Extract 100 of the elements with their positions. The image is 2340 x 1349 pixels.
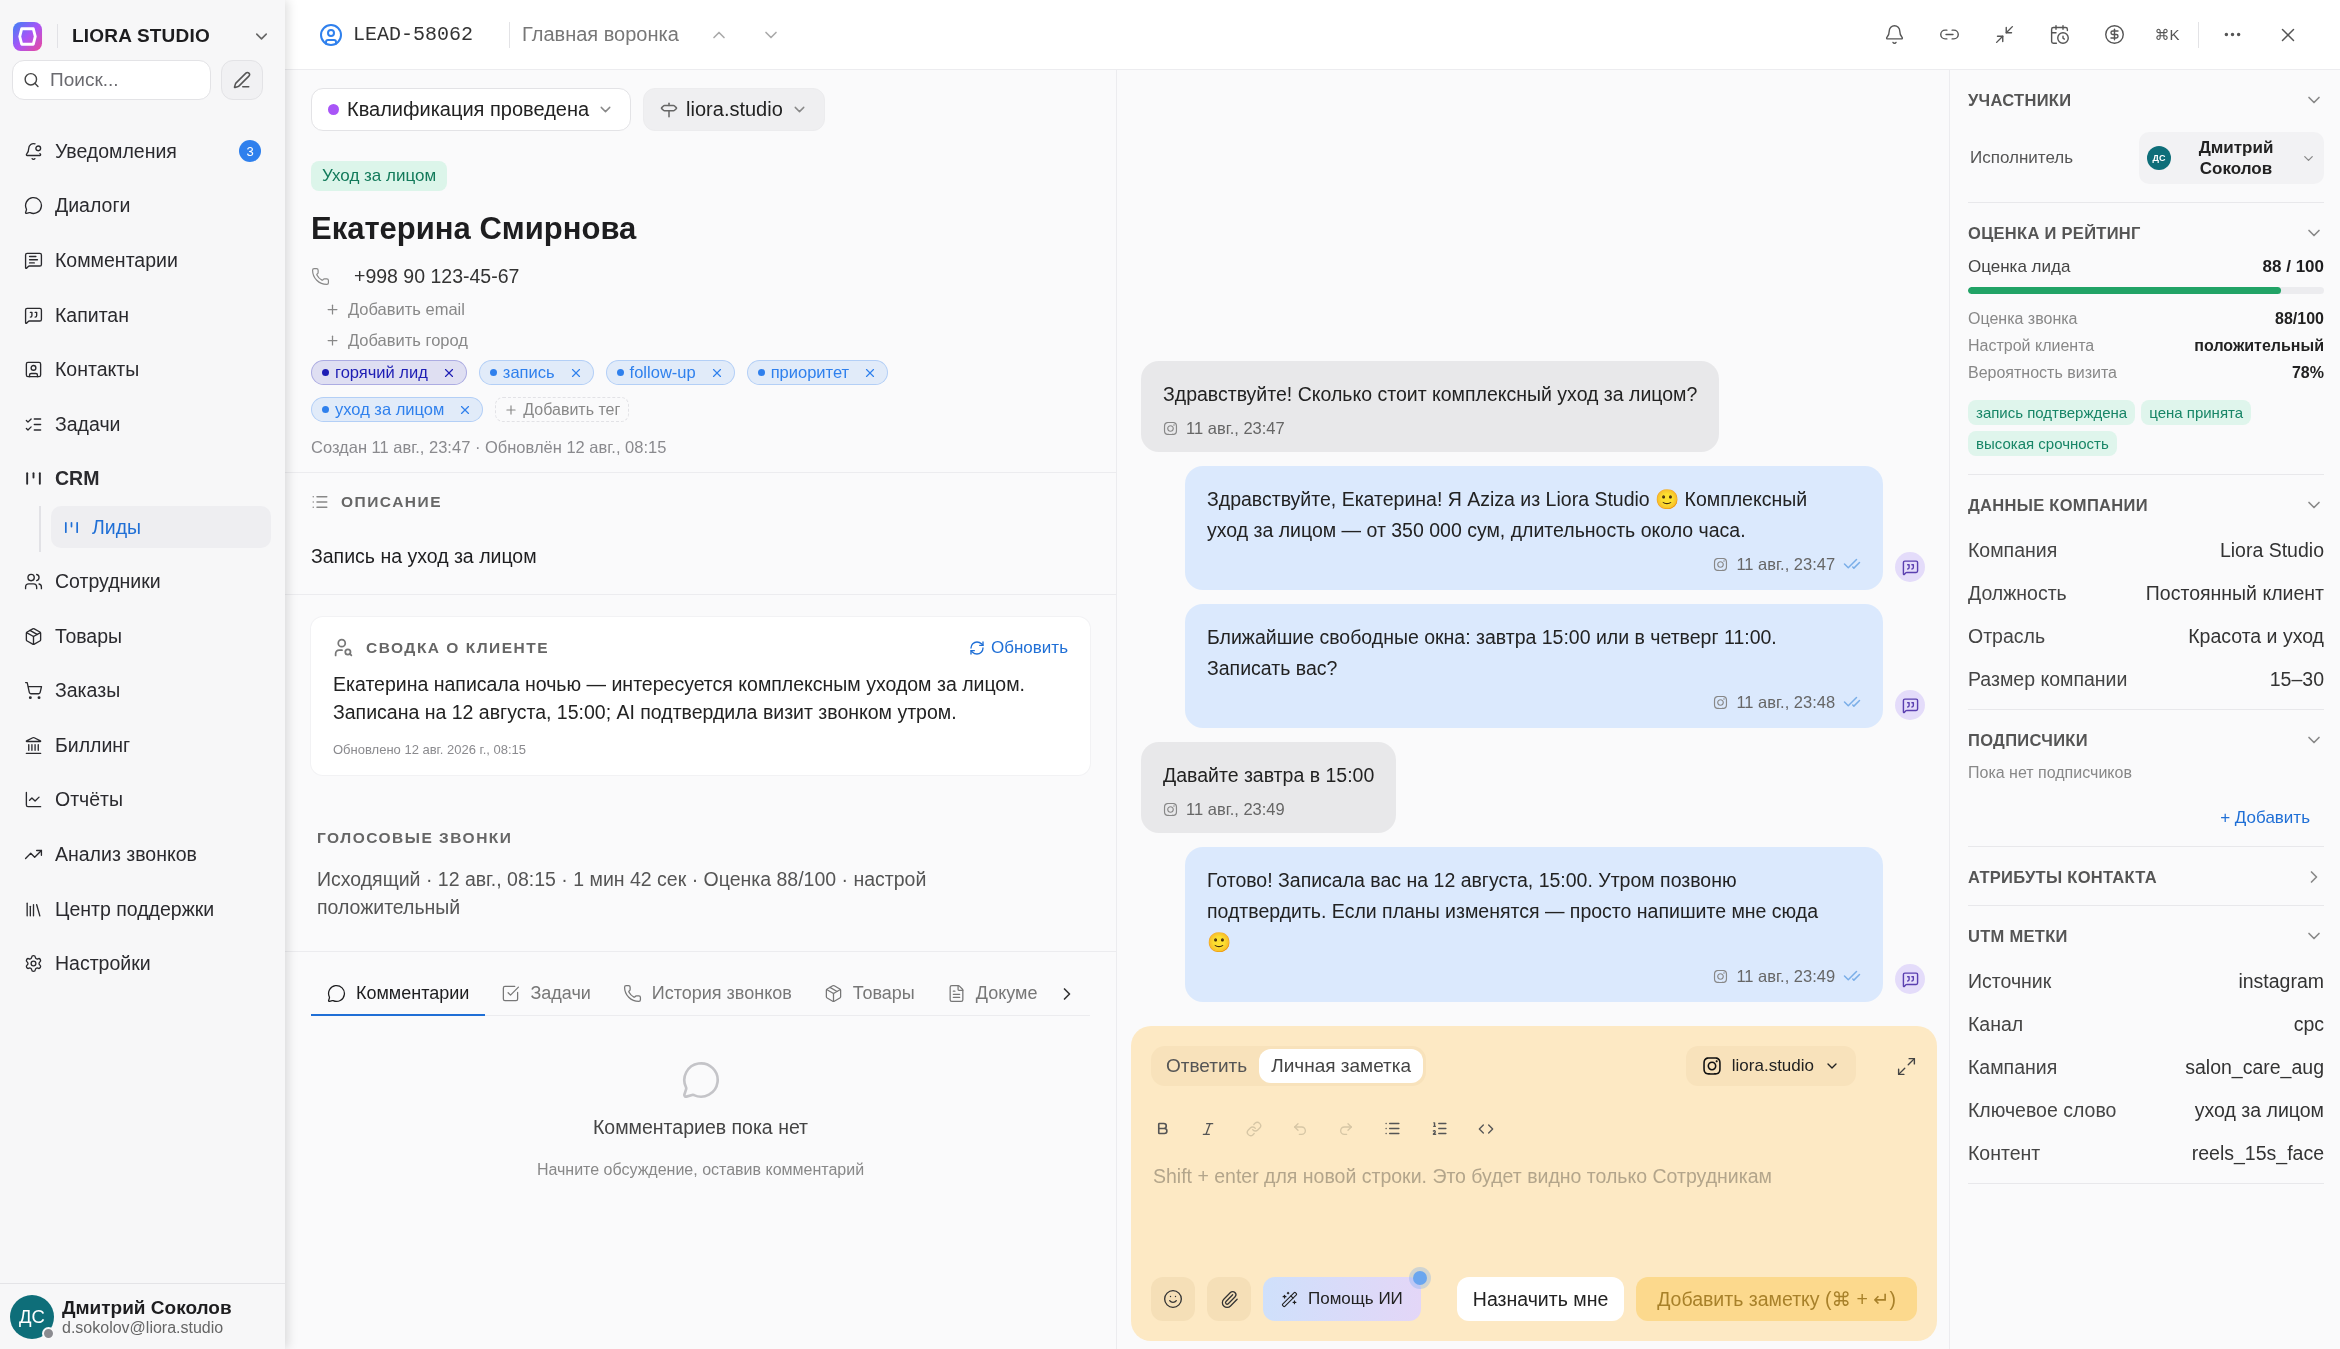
nav-item[interactable]: Товары	[12, 608, 271, 664]
pipeline-name[interactable]: Главная воронка	[522, 23, 679, 46]
field-label: Компания	[1968, 539, 2058, 562]
channel-select[interactable]: liora.studio	[643, 88, 825, 131]
message-text: Здравствуйте, Екатерина! Я Aziza из Liora Studio 🙂 Комплексный уход за лицом — от 350 000 сум, длительность около часа.	[1207, 487, 1809, 543]
instagram-icon	[1163, 801, 1178, 817]
assignee-select[interactable]: ДС Дмитрий Соколов	[2139, 132, 2324, 184]
search-input[interactable]: Поиск...	[48, 68, 200, 92]
summary-text: Екатерина написала ночью — интересуется комплексным уходом за лицом. Записана на 12 августа, 15:00; AI подтвердила визит звонком утром.	[333, 672, 1027, 725]
refresh-link[interactable]: Обновить	[969, 637, 1068, 658]
search-field[interactable]: Поиск...	[12, 60, 211, 100]
message-text: Давайте завтра в 15:00	[1163, 763, 1375, 788]
emoji-button[interactable]	[1151, 1277, 1195, 1321]
nav-item[interactable]: Комментарии	[12, 233, 271, 288]
add-subscriber-link[interactable]: + Добавить	[2220, 808, 2310, 828]
nav-item[interactable]: Анализ звонков	[12, 827, 271, 882]
count-badge: 3	[239, 140, 261, 163]
chat-bubble-icon	[680, 1060, 721, 1100]
assignee-name: Дмитрий Соколов	[2197, 137, 2275, 179]
compose-button[interactable]	[221, 60, 263, 100]
tab[interactable]: Докуме	[930, 972, 1054, 1016]
tab[interactable]: История звонков	[606, 972, 808, 1016]
note-input[interactable]: Shift + enter для новой строки. Это будет видно только Сотрудникам	[1151, 1165, 1917, 1265]
tab[interactable]: Задачи	[485, 972, 607, 1016]
cart-icon	[24, 681, 43, 701]
field-value: instagram	[2238, 970, 2324, 993]
nav-item[interactable]: Настройки	[12, 936, 271, 991]
score-label: Оценка лида	[1968, 257, 2071, 277]
mode-toggle[interactable]: Ответить	[1154, 1049, 1260, 1083]
instagram-icon	[1701, 1056, 1722, 1076]
nav-item[interactable]: CRM	[12, 451, 271, 507]
field-label: Настрой клиента	[1968, 337, 2095, 355]
empty-text: Начните обсуждение, оставив комментарий	[536, 1161, 865, 1179]
quote-bubble-icon	[1901, 970, 1919, 988]
field-label: Оценка звонка	[1968, 310, 2078, 328]
user-avatar[interactable]: ДС	[10, 1294, 54, 1339]
nav-item[interactable]: Контакты	[12, 342, 271, 397]
tab[interactable]: Товары	[807, 972, 931, 1016]
italic-icon[interactable]	[1200, 1120, 1216, 1137]
settings-icon	[24, 954, 43, 974]
message-time: 11 авг., 23:49	[1186, 799, 1285, 819]
field-label: Размер компании	[1968, 668, 2128, 691]
section-title: ОЦЕНКА И РЕЙТИНГ	[1968, 223, 2141, 243]
logo-icon	[12, 20, 43, 52]
bullet-list-icon[interactable]	[1384, 1120, 1401, 1137]
quote-bubble-icon	[1901, 696, 1919, 714]
mode-toggle[interactable]: Личная заметка	[1259, 1049, 1424, 1083]
message-text: Готово! Записала вас на 12 августа, 15:00. Утром позвоню подтвердить. Если планы изменятся — просто напишите мне сюда 🙂	[1207, 868, 1819, 955]
refresh-icon	[969, 639, 985, 656]
insight-tag: цена принята	[2141, 400, 2252, 425]
attach-button[interactable]	[1207, 1277, 1251, 1321]
status-dot	[1412, 1271, 1427, 1285]
stage-select[interactable]: Квалификация проведена	[311, 88, 632, 131]
insight-tag: запись подтверждена	[1968, 400, 2136, 425]
nav-item[interactable]: Уведомления 3	[12, 124, 271, 179]
assign-button[interactable]: Назначить мне	[1456, 1277, 1625, 1321]
tag[interactable]: горячий лид	[311, 360, 467, 385]
ai-help-button[interactable]: Помощь ИИ	[1263, 1277, 1421, 1321]
nav-item[interactable]: Диалоги	[12, 178, 271, 234]
field-value: Liora Studio	[2219, 539, 2324, 562]
plus-icon	[325, 333, 340, 348]
account-select[interactable]: liora.studio	[1685, 1046, 1856, 1086]
box-icon	[24, 626, 43, 646]
smile-icon	[1163, 1289, 1183, 1309]
field-value: 78%	[2291, 364, 2324, 382]
nav-item[interactable]: Задачи	[12, 396, 271, 452]
contact-card-icon	[24, 360, 43, 380]
message-icon	[24, 251, 43, 270]
expand-button[interactable]	[1896, 1055, 1917, 1077]
magic-wand-icon	[1281, 1290, 1298, 1308]
nav-item[interactable]: Лиды	[51, 506, 271, 549]
lead-id: LEAD-58062	[353, 23, 474, 46]
field-value: 88/100	[2275, 310, 2324, 328]
nav-item[interactable]: Заказы	[12, 663, 271, 718]
numbered-list-icon[interactable]	[1431, 1120, 1448, 1137]
nav-item[interactable]: Отчёты	[12, 772, 271, 828]
user-email: d.sokolov@liora.studio	[62, 1318, 225, 1337]
plus-icon	[325, 302, 340, 317]
bold-icon[interactable]	[1155, 1121, 1170, 1136]
chat-bubble-icon	[24, 196, 43, 216]
score-value: 88 / 100	[2262, 257, 2324, 277]
nav-item[interactable]: Капитан	[12, 287, 271, 343]
tab[interactable]: Комментарии	[311, 972, 486, 1016]
nav-item[interactable]: Центр поддержки	[12, 881, 271, 937]
phone-number: +998 90 123-45-67	[354, 265, 520, 288]
message-time: 11 авг., 23:49	[1736, 966, 1836, 986]
field-value: положительный	[2194, 337, 2324, 355]
message-text: Здравствуйте! Сколько стоит комплексный уход за лицом?	[1163, 382, 1698, 407]
nav-item[interactable]: Сотрудники	[12, 554, 271, 609]
phone-icon	[622, 983, 642, 1003]
section-title: АТРИБУТЫ КОНТАКТА	[1968, 867, 2157, 887]
shortcut-button[interactable]: ⌘K	[2142, 25, 2192, 44]
instagram-icon	[1163, 420, 1178, 436]
category-tag: Уход за лицом	[311, 161, 448, 191]
message-time: 11 авг., 23:48	[1736, 692, 1836, 712]
message-time: 11 авг., 23:47	[1186, 418, 1285, 438]
field-label: Отрасль	[1968, 625, 2046, 648]
nav-item[interactable]: Биллинг	[12, 717, 271, 773]
expand-icon	[1896, 1055, 1917, 1077]
message-time: 11 авг., 23:47	[1736, 554, 1836, 574]
